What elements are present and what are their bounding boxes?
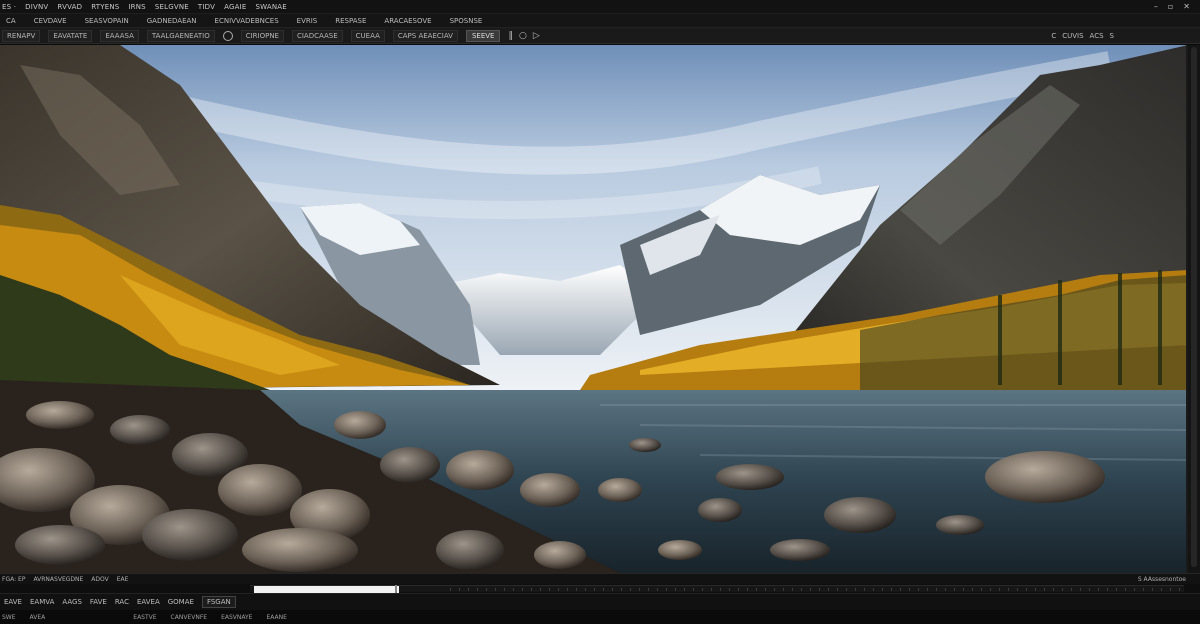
image-canvas[interactable] <box>0 45 1188 573</box>
tab-2[interactable]: SEASVOPAIN <box>81 16 133 26</box>
tab-6[interactable]: RESPASE <box>331 16 370 26</box>
tab-1[interactable]: CEVDAVE <box>30 16 71 26</box>
footer-item-2[interactable]: EASTVE <box>133 614 156 621</box>
status-bar: FGA: EP AVRNASVEGDNE ADOV EAE S AAssesno… <box>0 573 1200 584</box>
tab-0[interactable]: CA <box>2 16 20 26</box>
tab-row: CA CEVDAVE SEASVOPAIN GADNEDAEAN ECNIVVA… <box>0 14 1200 28</box>
menu-item-1[interactable]: DIVNV <box>25 3 48 11</box>
menu-item-7[interactable]: AGAIE <box>224 3 246 11</box>
tab-7[interactable]: ARACAESOVE <box>380 16 435 26</box>
option-right-2[interactable]: ACS <box>1090 32 1104 40</box>
menu-item-0[interactable]: ES · <box>2 3 16 11</box>
tab-5[interactable]: EVRIS <box>293 16 322 26</box>
timeline-track[interactable] <box>250 585 1184 593</box>
record-circle-icon[interactable] <box>222 30 233 41</box>
window-min-icon[interactable]: – <box>1154 2 1158 11</box>
toolbar-select[interactable]: FSGAN <box>201 596 236 608</box>
tab-8[interactable]: SPOSNSE <box>446 16 487 26</box>
option-4[interactable]: CIRIOPNE <box>240 29 284 42</box>
timeline-playhead[interactable] <box>395 585 397 593</box>
timeline-ticks <box>450 588 1184 591</box>
option-6[interactable]: CUEAA <box>350 29 385 42</box>
pause-icon[interactable]: ‖ <box>508 31 513 41</box>
menu-bar: ES · DIVNV RVVAD RTYENS IRNS SELGVNE TID… <box>0 0 1200 14</box>
option-7[interactable]: CAPS AEAECIAV <box>392 29 458 42</box>
menu-item-5[interactable]: SELGVNE <box>155 3 189 11</box>
play-icon[interactable]: ▷ <box>533 31 540 41</box>
status-item-1: AVRNASVEGDNE <box>33 575 84 583</box>
window-max-icon[interactable]: ▫ <box>1168 2 1173 11</box>
option-2[interactable]: EAAASA <box>100 29 139 42</box>
menu-item-4[interactable]: IRNS <box>128 3 145 11</box>
option-1[interactable]: EAVATATE <box>48 29 93 42</box>
footer-bar: SWE AVEA EASTVE CANVEVNFE EASVNAYE EAANE <box>0 610 1200 624</box>
menu-item-3[interactable]: RTYENS <box>91 3 119 11</box>
timeline-bar <box>0 584 1200 593</box>
option-right-0[interactable]: C <box>1051 32 1056 40</box>
toolbar-item-2[interactable]: AAGS <box>62 598 82 606</box>
option-5[interactable]: CIADCAASE <box>291 29 343 42</box>
toolbar-item-6[interactable]: GOMAE <box>168 598 194 606</box>
circle-icon[interactable]: ○ <box>519 31 527 41</box>
tab-3[interactable]: GADNEDAEAN <box>143 16 201 26</box>
option-0[interactable]: RENAPV <box>2 29 41 42</box>
window-close-icon[interactable]: ✕ <box>1183 2 1190 11</box>
tab-4[interactable]: ECNIVVADEBNCES <box>211 16 283 26</box>
menu-item-8[interactable]: SWANAE <box>255 3 286 11</box>
footer-item-1[interactable]: AVEA <box>30 614 46 621</box>
menu-item-6[interactable]: TIDV <box>198 3 215 11</box>
option-right-3[interactable]: S <box>1110 32 1114 40</box>
bottom-toolbar: EAVE EAMVA AAGS FAVE RAC EAVEA GOMAE FSG… <box>0 593 1200 610</box>
option-right-1[interactable]: CUVIS <box>1062 32 1083 40</box>
active-tool-button[interactable]: SEEVE <box>465 29 501 42</box>
footer-item-0[interactable]: SWE <box>2 614 16 621</box>
scrollbar-thumb[interactable] <box>1191 47 1197 567</box>
footer-item-5[interactable]: EAANE <box>266 614 286 621</box>
status-right: S AAssesnontoe <box>1137 575 1186 583</box>
timeline-progress <box>254 586 399 593</box>
landscape-photo <box>0 45 1186 573</box>
status-item-3: EAE <box>116 575 129 583</box>
footer-item-4[interactable]: EASVNAYE <box>221 614 252 621</box>
toolbar-item-0[interactable]: EAVE <box>4 598 22 606</box>
status-item-2: ADOV <box>91 575 109 583</box>
toolbar-item-3[interactable]: FAVE <box>90 598 107 606</box>
toolbar-item-4[interactable]: RAC <box>115 598 129 606</box>
status-item-0: FGA: EP <box>2 575 26 583</box>
toolbar-item-5[interactable]: EAVEA <box>137 598 160 606</box>
vertical-scrollbar[interactable] <box>1188 45 1200 573</box>
options-bar: RENAPV EAVATATE EAAASA TAALGAENEATIO CIR… <box>0 28 1200 44</box>
options-right: C CUVIS ACS S <box>1051 32 1200 40</box>
toolbar-item-1[interactable]: EAMVA <box>30 598 54 606</box>
menu-item-2[interactable]: RVVAD <box>57 3 82 11</box>
option-3[interactable]: TAALGAENEATIO <box>146 29 215 42</box>
footer-item-3[interactable]: CANVEVNFE <box>171 614 208 621</box>
window-controls: – ▫ ✕ <box>1154 2 1200 11</box>
